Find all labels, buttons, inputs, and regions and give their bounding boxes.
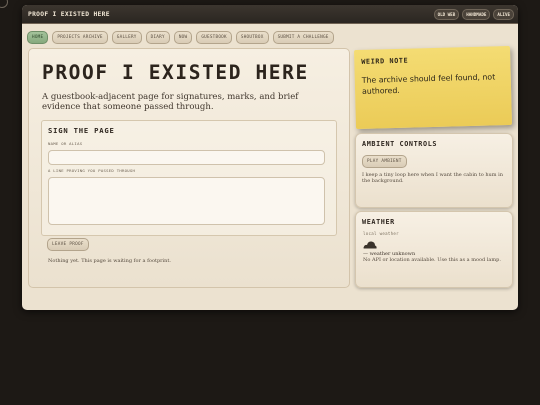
page-title: PROOF I EXISTED HERE xyxy=(42,61,309,84)
header-bar: PROOF I EXISTED HERE OLD WEB HANDMADE AL… xyxy=(22,5,518,24)
main-nav: HOME PROJECTS ARCHIVE GALLERY DIARY NOW … xyxy=(22,24,518,46)
nav-projects-archive[interactable]: PROJECTS ARCHIVE xyxy=(52,31,108,44)
name-label: NAME OR ALIAS xyxy=(48,141,83,146)
main-card: PROOF I EXISTED HERE A guestbook-adjacen… xyxy=(28,48,350,288)
header-badges: OLD WEB HANDMADE ALIVE xyxy=(433,8,514,20)
badge-handmade: HANDMADE xyxy=(462,8,491,20)
leave-proof-button[interactable]: LEAVE PROOF xyxy=(47,238,89,251)
corner-circle-icon xyxy=(0,0,8,8)
weird-note-title: WEIRD NOTE xyxy=(361,56,409,66)
nav-submit-challenge[interactable]: SUBMIT A CHALLENGE xyxy=(272,31,334,44)
app-window: PROOF I EXISTED HERE OLD WEB HANDMADE AL… xyxy=(22,5,518,310)
weird-note-text: The archive should feel found, not autho… xyxy=(361,72,496,96)
badge-old-web: OLD WEB xyxy=(433,8,460,20)
ambient-controls-card: AMBIENT CONTROLS PLAY AMBIENT I keep a t… xyxy=(355,133,513,208)
page-subtitle: A guestbook-adjacent page for signatures… xyxy=(42,92,299,112)
nav-now[interactable]: NOW xyxy=(173,31,193,44)
weather-card: WEATHER local weather — weather unknown … xyxy=(355,211,513,288)
nav-gallery[interactable]: GALLERY xyxy=(111,31,142,44)
weather-title: WEATHER xyxy=(362,218,395,226)
sign-heading: SIGN THE PAGE xyxy=(48,126,115,135)
ambient-note: I keep a tiny loop here when I want the … xyxy=(362,172,503,185)
weather-subtitle: local weather xyxy=(363,231,399,236)
line-label: A LINE PROVING YOU PASSED THROUGH xyxy=(48,168,136,173)
badge-alive: ALIVE xyxy=(493,8,514,20)
sign-form: SIGN THE PAGE NAME OR ALIAS A LINE PROVI… xyxy=(41,120,337,236)
ambient-title: AMBIENT CONTROLS xyxy=(362,140,438,148)
nav-home[interactable]: HOME xyxy=(27,31,49,44)
weird-note-card: WEIRD NOTE The archive should feel found… xyxy=(353,45,513,130)
nav-diary[interactable]: DIARY xyxy=(145,31,170,44)
play-ambient-button[interactable]: PLAY AMBIENT xyxy=(362,155,407,168)
nav-shoutbox[interactable]: SHOUTBOX xyxy=(235,31,269,44)
proof-line-textarea[interactable] xyxy=(48,177,325,225)
name-input[interactable] xyxy=(48,150,325,165)
nav-guestbook[interactable]: GUESTBOOK xyxy=(196,31,232,44)
cloud-icon xyxy=(363,241,377,249)
site-title: PROOF I EXISTED HERE xyxy=(28,10,110,18)
empty-message: Nothing yet. This page is waiting for a … xyxy=(48,258,171,264)
weather-note: No API or location available. Use this a… xyxy=(363,257,501,263)
